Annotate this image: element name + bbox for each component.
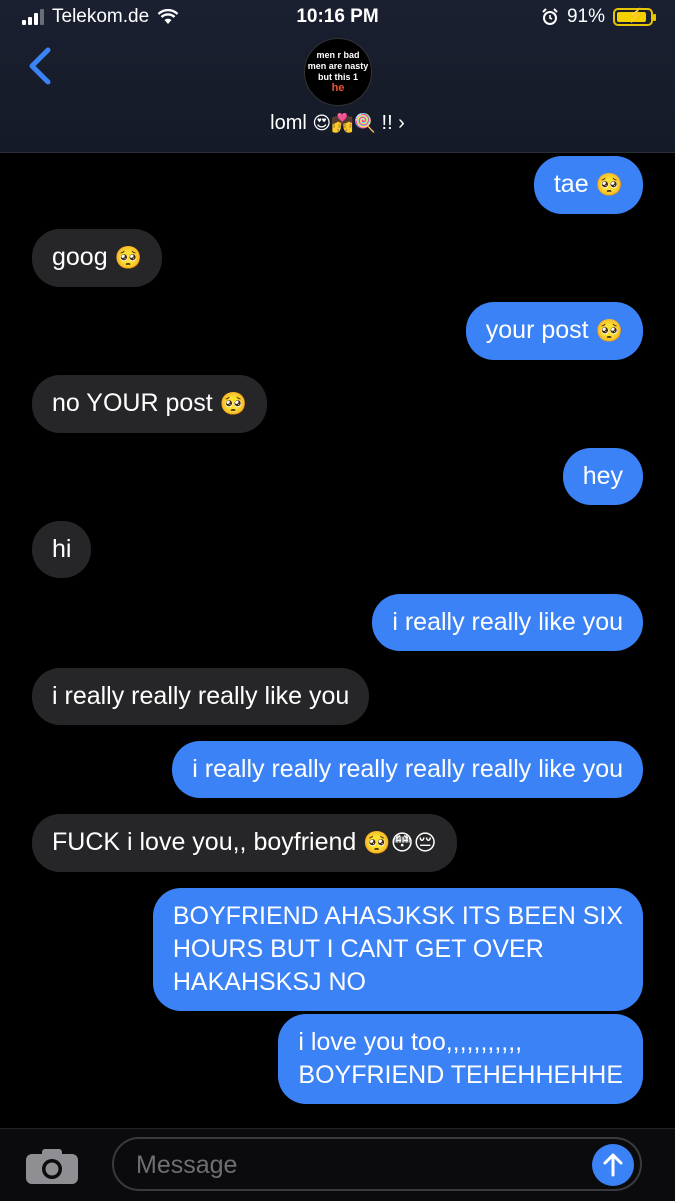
- outgoing-message[interactable]: i really really like you: [372, 594, 643, 651]
- outgoing-message[interactable]: tae 🥺: [533, 156, 643, 214]
- outgoing-message[interactable]: BOYFRIEND AHASJKSK ITS BEEN SIX HOURS BUT…: [152, 888, 643, 1011]
- incoming-message[interactable]: hi: [32, 521, 92, 578]
- incoming-message[interactable]: goog 🥺: [32, 229, 163, 287]
- message-emoji: 🥺😳😔: [356, 831, 437, 856]
- alarm-icon: [542, 8, 558, 25]
- send-button[interactable]: [592, 1144, 634, 1186]
- status-right: 91% ⚡: [541, 6, 656, 28]
- message-line: i love you too,,,,,,,,,,,: [298, 1028, 523, 1056]
- camera-icon[interactable]: [24, 1147, 80, 1185]
- contact-suffix: !! ›: [381, 112, 405, 134]
- contact-name: loml: [270, 112, 307, 134]
- message-text: hi: [52, 535, 72, 563]
- avatar-line-1: men r bad: [316, 50, 360, 60]
- outgoing-message[interactable]: hey: [562, 448, 643, 505]
- message-emoji: 🥺: [212, 392, 248, 417]
- message-placeholder: Message: [136, 1151, 238, 1179]
- message-text: i really really really really really lik…: [192, 755, 623, 783]
- message-text: FUCK i love you,, boyfriend: [52, 828, 357, 856]
- outgoing-message[interactable]: i really really really really really lik…: [172, 741, 643, 798]
- message-emoji: 🥺: [107, 246, 143, 271]
- message-input[interactable]: Message: [112, 1137, 642, 1191]
- incoming-message[interactable]: FUCK i love you,, boyfriend 🥺😳😔: [32, 814, 457, 872]
- contact-emojis: 😍💏🍭: [312, 113, 376, 134]
- message-line: HAKAHSKSJ NO: [172, 968, 366, 996]
- message-line: BOYFRIEND TEHEHHEHHE: [298, 1061, 623, 1089]
- incoming-message[interactable]: i really really really like you: [32, 668, 370, 725]
- message-thread: tae 🥺 goog 🥺 your post 🥺 no YOUR post 🥺 hey h…: [0, 152, 675, 1128]
- message-emoji: 🥺: [588, 173, 623, 198]
- avatar-line-2: men are nasty: [307, 61, 369, 71]
- message-line: BOYFRIEND AHASJKSK ITS BEEN SIX: [172, 902, 623, 930]
- message-text: goog: [52, 243, 108, 271]
- contact-avatar[interactable]: men r bad men are nasty but this 1 he: [304, 38, 372, 106]
- incoming-message[interactable]: no YOUR post 🥺: [32, 375, 268, 433]
- outgoing-message[interactable]: your post 🥺: [465, 302, 643, 360]
- message-text: no YOUR post: [52, 389, 213, 417]
- message-line: HOURS BUT I CANT GET OVER: [172, 935, 544, 963]
- message-text: your post: [485, 316, 589, 344]
- outgoing-message[interactable]: i love you too,,,,,,,,,,, BOYFRIEND TEHEH…: [278, 1014, 643, 1104]
- battery-percent: 91%: [566, 6, 605, 27]
- back-chevron-icon[interactable]: [24, 44, 58, 88]
- message-emoji: 🥺: [588, 319, 623, 344]
- avatar-line-4: he: [331, 82, 345, 94]
- contact-name-button[interactable]: loml 😍💏🍭 !! ›: [0, 112, 675, 135]
- battery-icon: ⚡: [613, 7, 656, 26]
- composer-bar: Message: [0, 1128, 675, 1201]
- message-text: i really really really like you: [52, 682, 350, 710]
- arrow-up-icon: [603, 1153, 623, 1177]
- message-text: i really really like you: [392, 608, 623, 636]
- message-text: hey: [582, 462, 623, 490]
- message-text: tae: [553, 170, 589, 198]
- status-bar: Telekom.de 10:16 PM 91% ⚡: [0, 0, 675, 34]
